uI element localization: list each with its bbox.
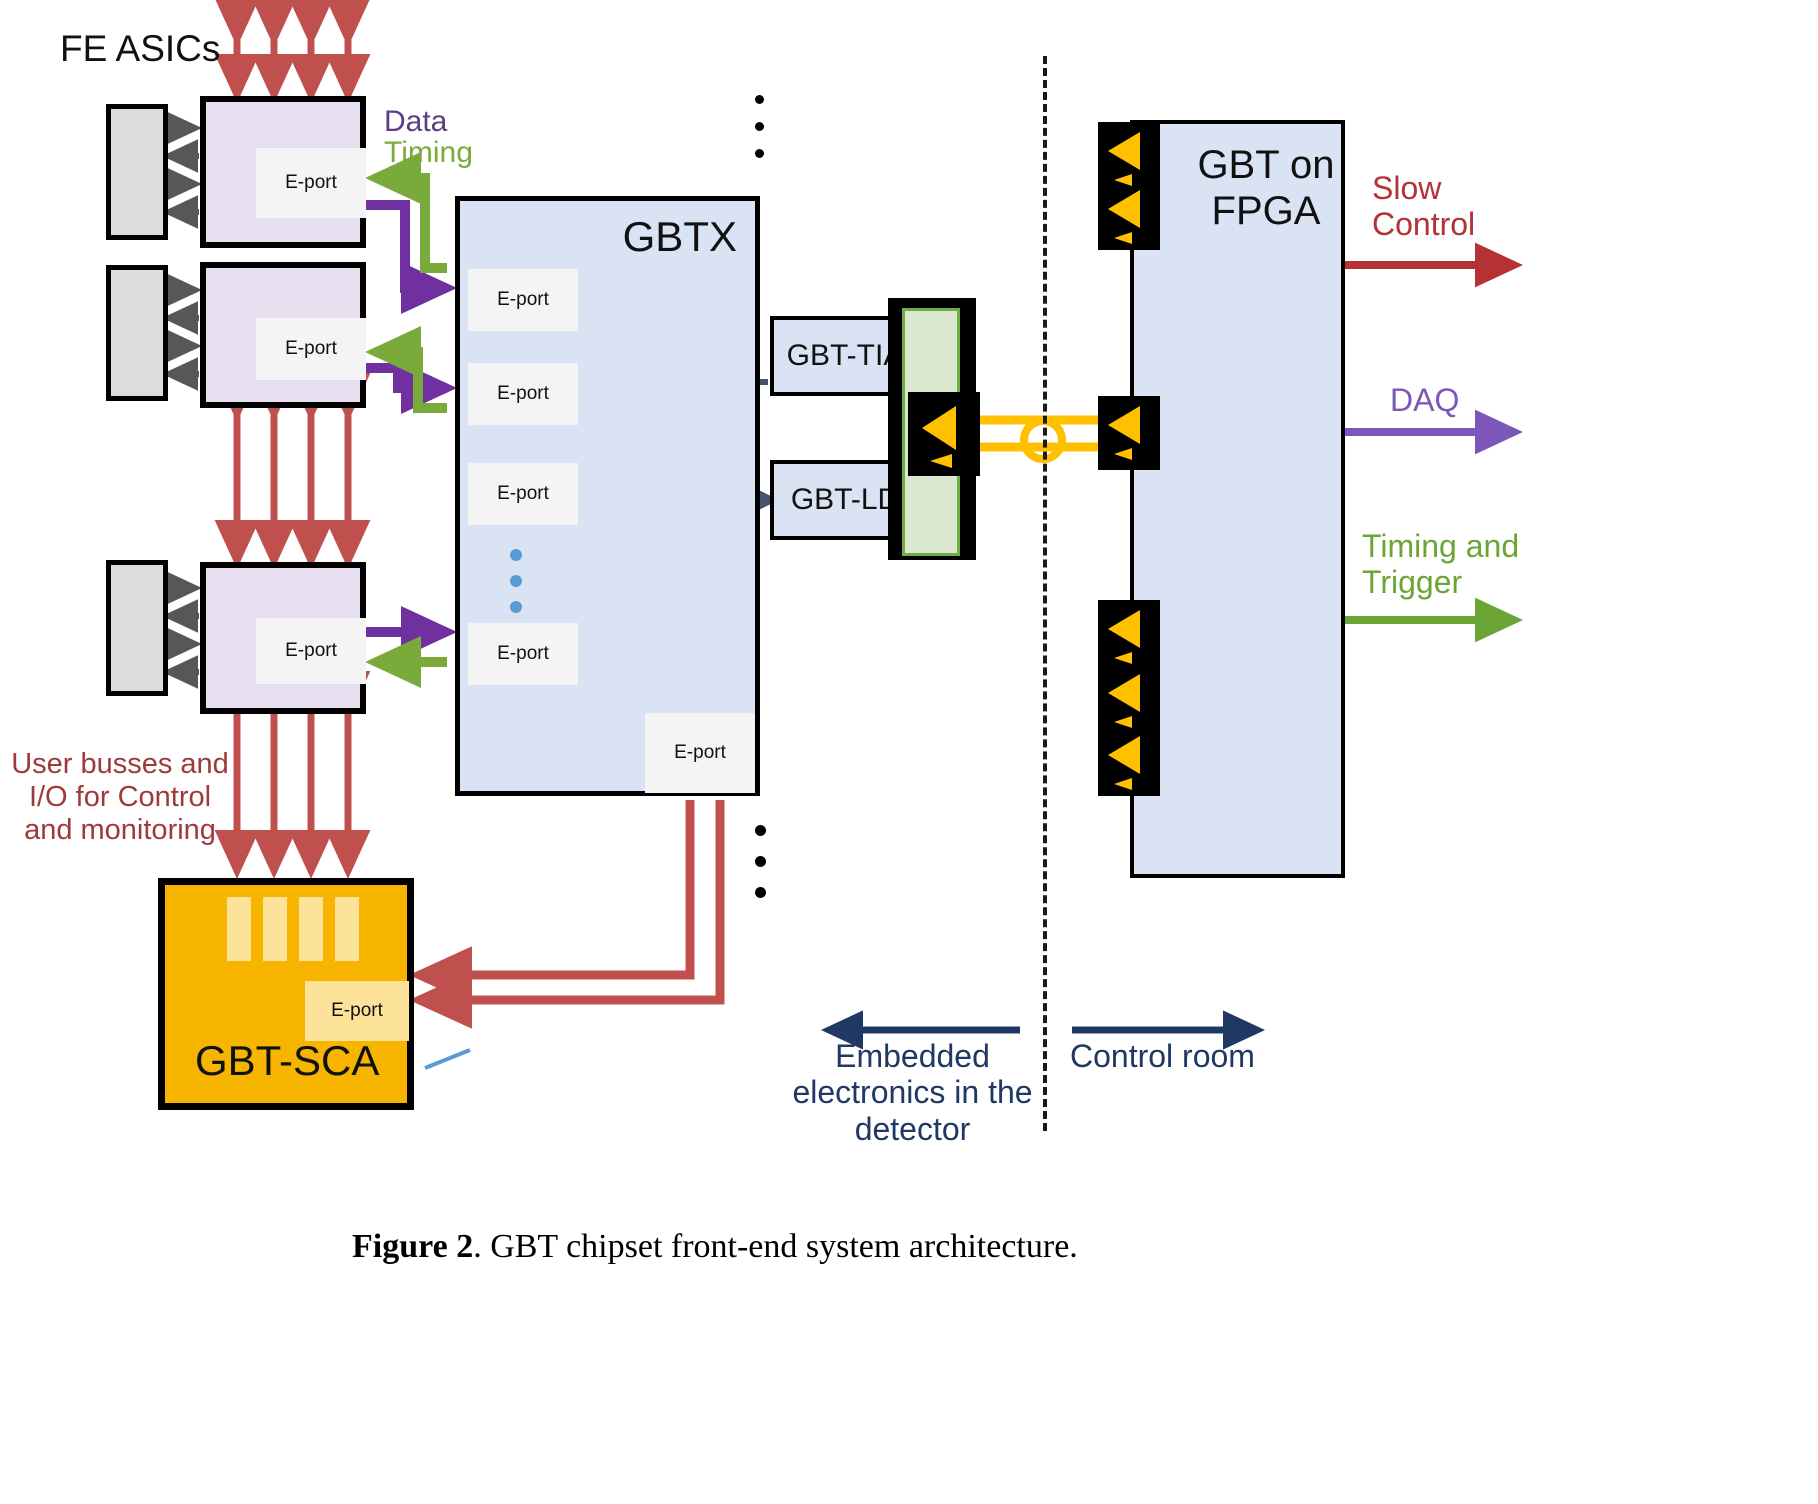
fe-module-2: E-port [200, 262, 366, 408]
gbt-sca-title: GBT-SCA [195, 1037, 380, 1084]
laser-small-triangle-icon [930, 454, 952, 468]
sca-pad-1 [227, 897, 251, 961]
gbtx-eport-2: E-port [468, 363, 578, 425]
timing-legend-label: Timing [384, 136, 473, 169]
fe-module-1: E-port [200, 96, 366, 248]
eport-fe-1: E-port [256, 148, 366, 218]
gbt-on-fpga-block: GBT on FPGA [1130, 120, 1345, 878]
sca-pad-2 [263, 897, 287, 961]
eport-fe-2: E-port [256, 318, 366, 380]
gbt-sca-block: E-port GBT-SCA [158, 878, 414, 1110]
sca-pad-3 [299, 897, 323, 961]
fe-asic-gray-3 [106, 560, 168, 696]
fe-asic-gray-1 [106, 104, 168, 240]
slow-control-label: Slow Control [1372, 170, 1476, 243]
gbtx-eport-bottom: E-port [645, 713, 755, 793]
fe-module-3: E-port [200, 562, 366, 714]
fpga-optics-bottom [1098, 600, 1160, 796]
fe-asics-label: FE ASICs [60, 28, 221, 69]
eport-gbt-sca: E-port [305, 981, 409, 1041]
gbt-on-fpga-line1: GBT on [1197, 143, 1335, 187]
figure-caption: Figure 2. GBT chipset front-end system a… [352, 1228, 1078, 1266]
data-legend-label: Data [384, 105, 448, 138]
figure-caption-prefix: Figure 2 [352, 1228, 474, 1265]
vertical-dots-top [755, 95, 764, 158]
sca-pad-4 [335, 897, 359, 961]
user-busses-label: User busses and I/O for Control and moni… [11, 748, 229, 847]
detector-control-divider [1043, 56, 1047, 1131]
gbtx-title: GBTX [622, 213, 737, 260]
control-room-label: Control room [1070, 1038, 1255, 1074]
gbtx-eport-3: E-port [468, 463, 578, 525]
gbtx-eport-dots [510, 549, 522, 613]
gbtx-eport-1: E-port [468, 269, 578, 331]
eport-fe-3: E-port [256, 618, 366, 684]
fe-asic-gray-2 [106, 265, 168, 401]
fpga-optics-middle [1098, 396, 1160, 470]
gbtx-eport-4: E-port [468, 623, 578, 685]
figure-caption-text: . GBT chipset front-end system architect… [473, 1228, 1078, 1265]
fpga-optics-top [1098, 122, 1160, 250]
gbt-on-fpga-title: GBT on FPGA [1186, 142, 1346, 234]
gbt-on-fpga-line2: FPGA [1211, 189, 1321, 233]
vertical-dots-bottom [755, 825, 766, 898]
optical-laser-detector [908, 392, 980, 476]
gbtx-block: GBTX E-port E-port E-port E-port E-port [455, 196, 760, 796]
daq-label: DAQ [1390, 382, 1460, 418]
embedded-electronics-label: Embedded electronics in the detector [792, 1038, 1033, 1147]
laser-triangle-icon [922, 406, 956, 450]
timing-trigger-label: Timing and Trigger [1362, 528, 1520, 601]
